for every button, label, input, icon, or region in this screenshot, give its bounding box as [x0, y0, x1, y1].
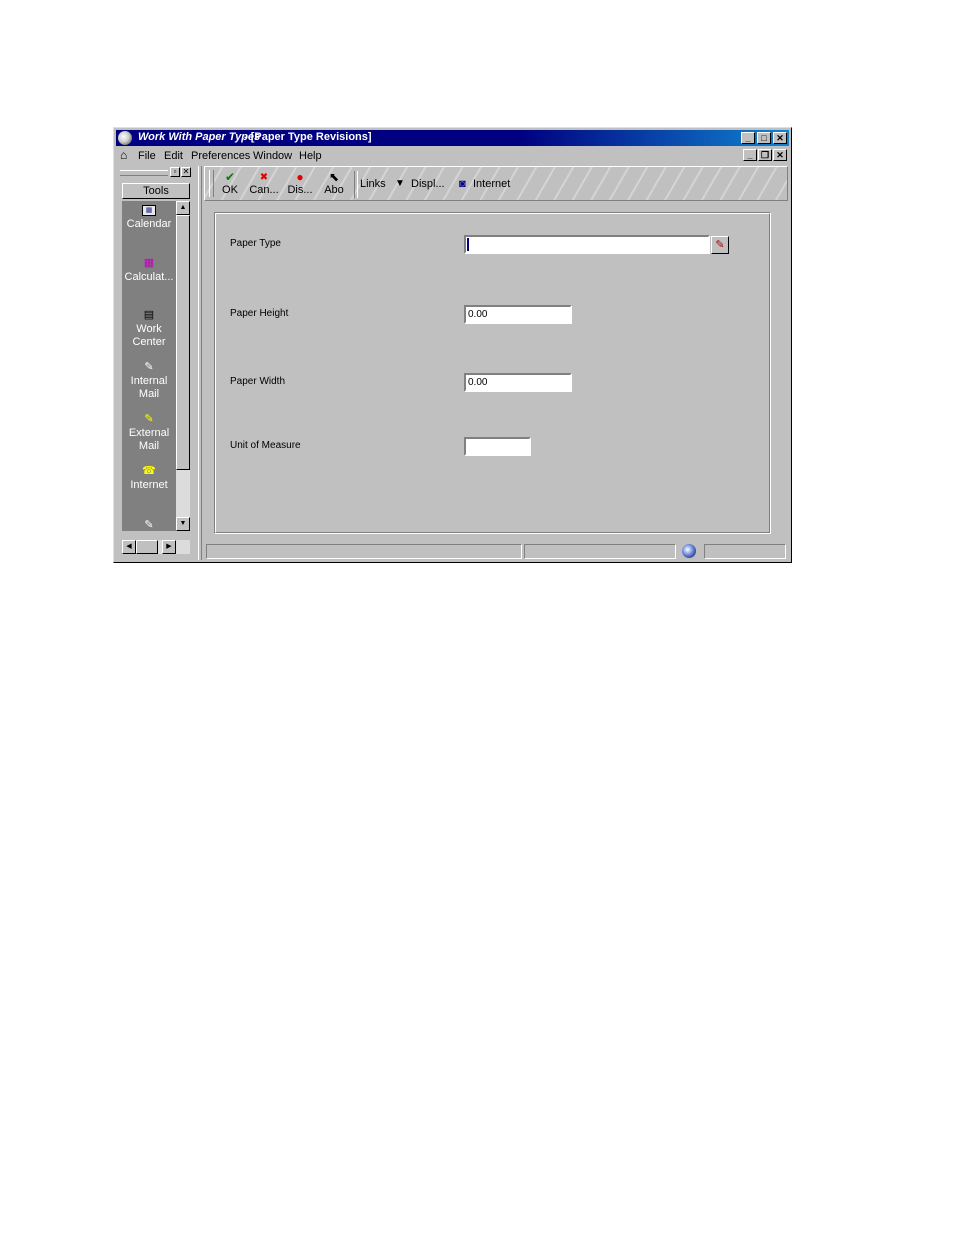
- internal-mail-icon: ✎: [144, 361, 154, 373]
- tool-label: Internet: [130, 479, 168, 491]
- status-panel-1: [206, 544, 522, 559]
- visual-assist-icon: ✎: [715, 239, 725, 251]
- display-errors-button[interactable]: ● Dis...: [285, 170, 315, 197]
- application-window: Work With Paper Types - [Paper Type Revi…: [113, 127, 792, 563]
- visual-assist-button[interactable]: ✎: [711, 236, 729, 254]
- paper-type-label: Paper Type: [230, 238, 281, 249]
- tool-internal-mail[interactable]: ✎ Internal Mail: [122, 361, 176, 401]
- unit-of-measure-label: Unit of Measure: [230, 440, 301, 451]
- scroll-down-arrow-icon[interactable]: ▼: [176, 517, 190, 531]
- close-button[interactable]: ✕: [773, 132, 787, 144]
- ok-label: OK: [222, 184, 238, 196]
- maximize-button[interactable]: □: [757, 132, 771, 144]
- display-menu[interactable]: Displ...: [411, 178, 445, 190]
- pane-splitter[interactable]: [198, 166, 202, 560]
- tool-calendar[interactable]: ▦ Calendar: [122, 205, 176, 231]
- window-title-app: Work With Paper Types: [138, 131, 261, 143]
- pencil-icon: ✎: [144, 519, 154, 531]
- cancel-x-icon: ✖: [259, 172, 269, 183]
- tools-pane-close-button[interactable]: ✕: [181, 167, 191, 177]
- ok-button[interactable]: ✔ OK: [215, 170, 245, 197]
- tool-label: Calendar: [126, 218, 172, 230]
- tools-horizontal-scrollbar[interactable]: ◀ ▶: [122, 540, 190, 554]
- tool-work-center[interactable]: ▤ Work Center: [122, 309, 176, 349]
- paper-width-input[interactable]: [464, 373, 572, 392]
- calculator-icon: ▦: [143, 257, 155, 269]
- about-label: Abo: [324, 184, 344, 196]
- mdi-close-button[interactable]: ✕: [773, 149, 787, 161]
- tool-calculator[interactable]: ▦ Calculat...: [122, 257, 176, 284]
- tools-pane-header[interactable]: ▫ ✕: [118, 166, 194, 178]
- cancel-label: Can...: [249, 184, 279, 196]
- paper-height-label: Paper Height: [230, 308, 289, 319]
- h-scroll-thumb[interactable]: [136, 540, 158, 554]
- dropdown-arrow-icon[interactable]: ▼: [395, 178, 405, 189]
- menu-preferences[interactable]: Preferences: [191, 150, 250, 162]
- form-system-menu-icon[interactable]: ⌂: [120, 148, 127, 162]
- status-panel-3: [704, 544, 786, 559]
- menu-window[interactable]: Window: [253, 150, 292, 162]
- tools-vertical-scrollbar[interactable]: ▲ ▼: [176, 201, 190, 531]
- tool-partial[interactable]: ✎: [122, 519, 176, 531]
- app-globe-icon[interactable]: [118, 131, 132, 145]
- checkmark-icon: ✔: [224, 170, 236, 184]
- scroll-right-arrow-icon[interactable]: ▶: [162, 540, 176, 554]
- menu-bar: ⌂ File Edit Preferences Window Help _ ❐ …: [116, 147, 789, 164]
- paper-width-label: Paper Width: [230, 376, 286, 387]
- links-menu[interactable]: Links: [360, 178, 386, 190]
- tool-external-mail[interactable]: ✎ External Mail: [122, 413, 176, 453]
- toolbar-grip[interactable]: [209, 170, 214, 197]
- display-label: Dis...: [287, 184, 313, 196]
- tool-internet[interactable]: ☎ Internet: [122, 465, 176, 492]
- tool-label: External Mail: [128, 427, 170, 452]
- tools-pane: ▫ ✕ Tools ▦ Calendar ▦ Calculat... ▤ Wor…: [118, 166, 194, 558]
- menu-file[interactable]: File: [138, 150, 156, 162]
- tools-list: ▦ Calendar ▦ Calculat... ▤ Work Center ✎…: [122, 201, 176, 531]
- external-mail-icon: ✎: [144, 413, 154, 425]
- tool-label: Work Center: [132, 323, 166, 348]
- tools-pane-float-button[interactable]: ▫: [170, 167, 180, 177]
- status-bar: [204, 542, 788, 560]
- menu-help[interactable]: Help: [299, 150, 322, 162]
- paper-type-input[interactable]: [464, 235, 710, 254]
- text-caret: [467, 238, 469, 251]
- mdi-restore-button[interactable]: ❐: [758, 149, 772, 161]
- tool-label: Internal Mail: [130, 375, 168, 400]
- tools-button[interactable]: Tools: [122, 183, 190, 199]
- unit-of-measure-input[interactable]: [464, 437, 531, 456]
- tool-label: Calculat...: [124, 271, 174, 283]
- help-pointer-icon: ⬉: [328, 170, 340, 184]
- internet-page-icon[interactable]: ◙: [459, 178, 466, 190]
- scroll-left-arrow-icon[interactable]: ◀: [122, 540, 136, 554]
- calendar-icon: ▦: [142, 205, 156, 216]
- globe-icon: [682, 544, 696, 558]
- scroll-thumb[interactable]: [176, 215, 190, 470]
- about-button[interactable]: ⬉ Abo: [319, 170, 349, 197]
- error-display-icon: ●: [296, 170, 304, 184]
- form-toolbar: ✔ OK ✖ Can... ● Dis... ⬉ Abo Links ▼ Dis…: [204, 166, 788, 201]
- menu-edit[interactable]: Edit: [164, 150, 183, 162]
- window-title-form: - [Paper Type Revisions]: [244, 131, 372, 143]
- cancel-button[interactable]: ✖ Can...: [249, 171, 279, 196]
- title-bar[interactable]: Work With Paper Types - [Paper Type Revi…: [116, 130, 789, 146]
- status-panel-2: [524, 544, 676, 559]
- internet-link[interactable]: Internet: [473, 178, 510, 190]
- scroll-up-arrow-icon[interactable]: ▲: [176, 201, 190, 215]
- work-center-icon: ▤: [143, 309, 155, 321]
- paper-height-input[interactable]: [464, 305, 572, 324]
- internet-phone-icon: ☎: [142, 465, 156, 477]
- toolbar-separator: [354, 171, 358, 198]
- mdi-minimize-button[interactable]: _: [743, 149, 757, 161]
- paper-type-form: Paper Type ✎ Paper Height Paper Width Un…: [214, 212, 771, 534]
- minimize-button[interactable]: _: [741, 132, 755, 144]
